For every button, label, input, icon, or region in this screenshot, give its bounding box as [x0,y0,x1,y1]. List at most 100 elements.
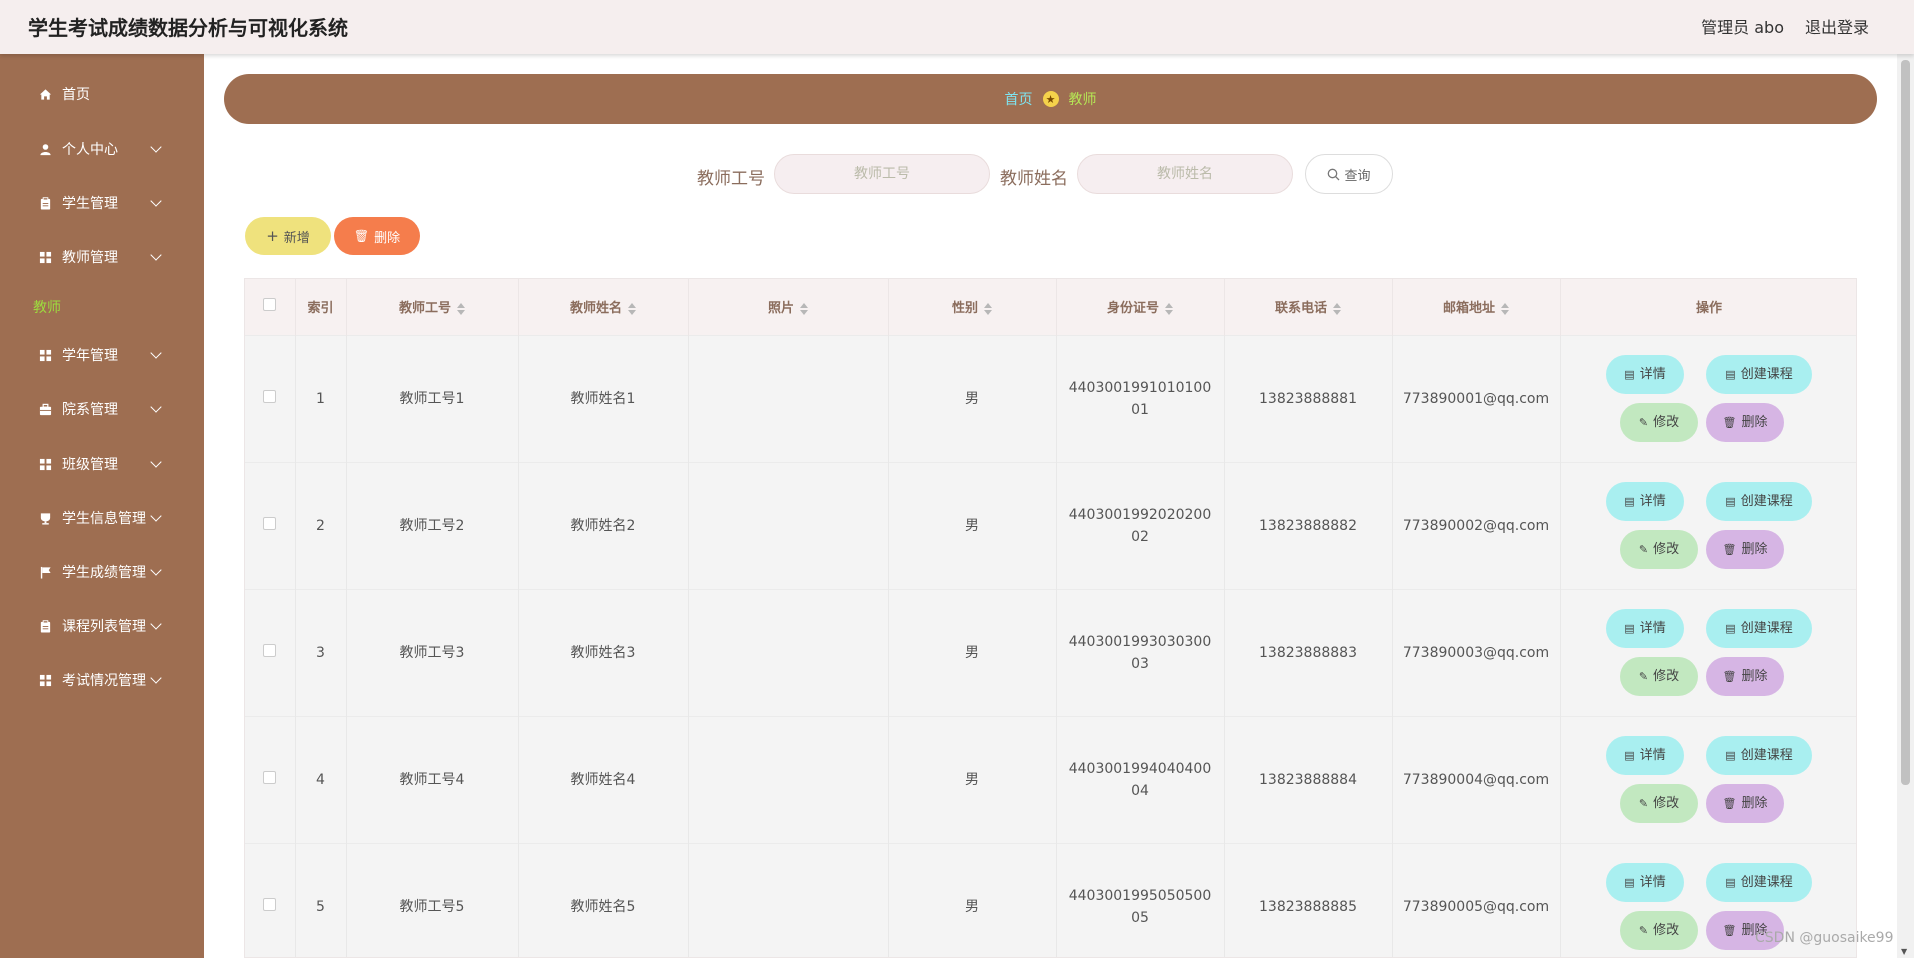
sidebar-item-11[interactable]: 考试情况管理 [0,660,204,700]
detail-button[interactable]: ▤ 详情 [1606,355,1684,394]
sidebar-item-7[interactable]: 班级管理 [0,444,204,484]
detail-button[interactable]: ▤ 详情 [1606,609,1684,648]
cell-idcard: 440300199303030003 [1056,588,1225,716]
column-label: 邮箱地址 [1442,301,1495,317]
edit-button[interactable]: ✎ 修改 [1620,911,1698,951]
create-course-button[interactable]: ▤ 创建课程 [1706,863,1812,903]
cell-teacher-id: 教师工号2 [346,461,519,589]
row-select-cell [245,715,296,843]
column-label: 身份证号 [1106,301,1159,317]
sidebar-item-label: 学年管理 [62,348,118,364]
row-select-cell [245,588,296,716]
column-label: 教师姓名 [569,301,622,317]
detail-button[interactable]: ▤ 详情 [1606,863,1684,903]
create-course-button[interactable]: ▤ 创建课程 [1706,482,1812,521]
sidebar-subitem-teacher[interactable]: 教师 [33,297,61,317]
row-checkbox[interactable] [263,770,277,784]
cell-teacher-name: 教师姓名2 [518,461,689,589]
sidebar-item-3[interactable]: 学生管理 [0,183,204,223]
cell-teacher-name: 教师姓名5 [518,842,689,957]
page-scrollbar[interactable]: ▼ [1897,54,1914,958]
trash-icon: 🗑 [1722,542,1737,556]
sidebar-item-label: 院系管理 [62,402,118,418]
trash-icon: 🗑 [1722,415,1737,429]
delete-button[interactable]: 🗑 删除 [1706,784,1784,823]
scrollbar-thumb[interactable] [1901,60,1910,785]
search-button[interactable]: 查询 [1305,154,1393,194]
document-icon: ▤ [1624,875,1635,889]
add-button[interactable]: + 新增 [245,217,331,255]
column-header-teacher-name[interactable]: 教师姓名 [518,279,689,335]
sidebar-item-10[interactable]: 课程列表管理 [0,606,204,646]
detail-button[interactable]: ▤ 详情 [1606,482,1684,521]
detail-button[interactable]: ▤ 详情 [1606,736,1684,775]
document-icon: ▤ [1624,494,1635,508]
column-header-photo[interactable]: 照片 [688,279,889,335]
edit-button[interactable]: ✎ 修改 [1620,530,1698,569]
table-row: 4 教师工号4 教师姓名4 男 440300199404040004 1382388888… [245,715,1856,843]
search-button-label: 查询 [1344,168,1371,184]
column-header-gender[interactable]: 性别 [888,279,1057,335]
cell-email: 773890004@qq.com [1392,715,1561,843]
cell-email: 773890002@qq.com [1392,461,1561,589]
idcard-text: 440300199101010001 [1068,379,1212,418]
sidebar-item-2[interactable]: 个人中心 [0,129,204,169]
create-course-button[interactable]: ▤ 创建课程 [1706,609,1812,648]
batch-delete-button[interactable]: 🗑 删除 [334,217,420,255]
select-all-checkbox[interactable] [263,298,277,312]
sort-icon[interactable] [800,302,808,315]
teacher-name-input[interactable] [1077,154,1293,194]
column-header-index: 索引 [295,279,347,335]
delete-button[interactable]: 🗑 删除 [1706,530,1784,569]
sidebar-item-8[interactable]: 学生信息管理 [0,498,204,538]
edit-button[interactable]: ✎ 修改 [1620,657,1698,696]
select-all-cell [245,279,296,335]
chevron-down-icon [150,141,162,153]
edit-button[interactable]: ✎ 修改 [1620,784,1698,823]
home-icon [38,87,52,101]
column-header-idcard[interactable]: 身份证号 [1056,279,1225,335]
chevron-down-icon [150,618,162,630]
sidebar-item-4[interactable]: 教师管理 [0,237,204,277]
sort-icon[interactable] [457,302,465,315]
column-header-teacher-id[interactable]: 教师工号 [346,279,519,335]
row-checkbox[interactable] [263,643,277,657]
breadcrumb-home[interactable]: 首页 [1005,89,1033,109]
cell-idcard: 440300199202020002 [1056,461,1225,589]
teacher-id-input[interactable] [774,154,990,194]
cell-photo [688,461,889,589]
scroll-down-arrow-icon[interactable]: ▼ [1901,947,1907,956]
chevron-down-icon [150,347,162,359]
clipboard-icon [38,196,52,210]
document-icon: ▤ [1725,494,1736,508]
sort-icon[interactable] [628,302,636,315]
sort-icon[interactable] [1333,302,1341,315]
row-checkbox[interactable] [263,897,277,911]
column-label: 性别 [951,301,978,317]
detail-label: 详情 [1639,620,1666,636]
row-checkbox[interactable] [263,389,277,403]
sort-icon[interactable] [1165,302,1173,315]
sort-icon[interactable] [984,302,992,315]
sidebar-item-9[interactable]: 学生成绩管理 [0,552,204,592]
delete-button[interactable]: 🗑 删除 [1706,403,1784,442]
edit-button[interactable]: ✎ 修改 [1620,403,1698,442]
column-header-email[interactable]: 邮箱地址 [1392,279,1561,335]
cell-actions: ▤ 详情 ▤ 创建课程 ✎ 修改 🗑 删除 [1560,715,1856,843]
delete-button[interactable]: 🗑 删除 [1706,657,1784,696]
row-select-cell [245,334,296,462]
create-course-button[interactable]: ▤ 创建课程 [1706,355,1812,394]
column-header-phone[interactable]: 联系电话 [1224,279,1393,335]
sidebar-item-5[interactable]: 学年管理 [0,335,204,375]
sidebar-item-6[interactable]: 院系管理 [0,389,204,429]
sort-icon[interactable] [1501,302,1509,315]
row-checkbox[interactable] [263,516,277,530]
cell-index: 1 [295,334,347,462]
document-icon: ▤ [1624,621,1635,635]
logout-link[interactable]: 退出登录 [1805,14,1869,38]
create-course-button[interactable]: ▤ 创建课程 [1706,736,1812,775]
edit-label: 修改 [1653,414,1680,430]
top-header: 学生考试成绩数据分析与可视化系统 管理员 abo 退出登录 [0,0,1914,54]
cell-teacher-id: 教师工号1 [346,334,519,462]
sidebar-item-1[interactable]: 首页 [0,74,204,114]
